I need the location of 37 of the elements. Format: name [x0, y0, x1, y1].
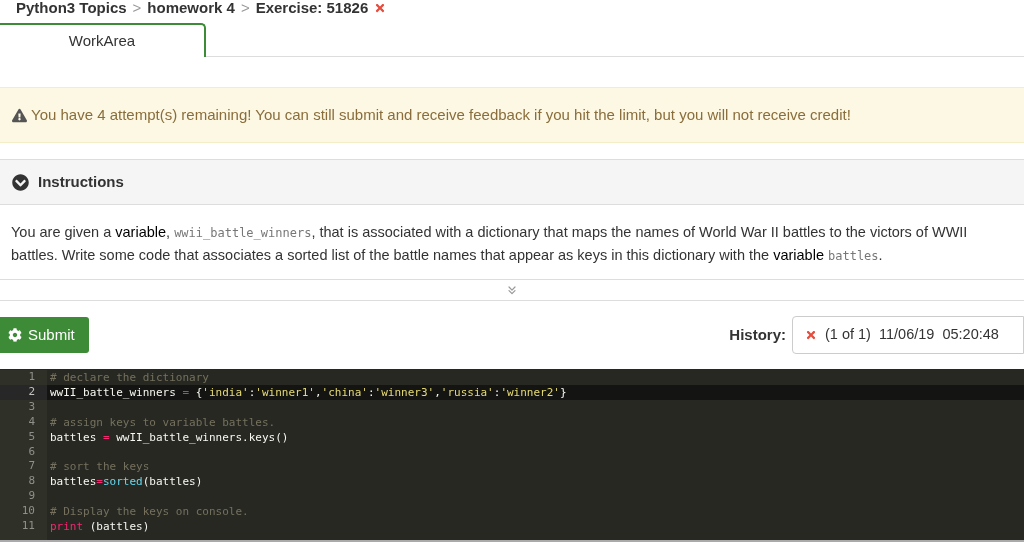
line-number: 6 — [27, 444, 36, 460]
breadcrumb-link[interactable]: Python3 Topics — [16, 0, 127, 20]
breadcrumb-link[interactable]: homework 4 — [147, 0, 235, 20]
code-line: # declare the dictionary — [50, 371, 209, 384]
line-number: 10 — [20, 504, 36, 520]
instructions-text: You are given a variable, wwii_battle_winners, that is associated with a dictionary that maps the names of World War II battles to the victors of WWII battles. Write some code that associates a sorted list of the battle names that appear as keys in this dictionary with the variable battles. — [10, 223, 969, 265]
line-number: 3 — [27, 399, 36, 415]
chevron-down-icon — [12, 173, 29, 191]
line-number: 8 — [27, 474, 36, 490]
code-editor[interactable] — [0, 369, 1024, 542]
warning-icon — [12, 107, 27, 123]
tab[interactable]: WorkArea — [0, 23, 206, 57]
instructions-title: Instructions — [38, 171, 124, 192]
expand-icon[interactable] — [506, 284, 518, 296]
line-number: 1 — [27, 370, 36, 385]
instructions-header[interactable]: Instructions — [0, 159, 1024, 205]
code-line: battles = wwII_battle_winners.keys() — [50, 430, 289, 444]
code-line: # Display the keys on console. — [50, 505, 249, 518]
line-number: 11 — [20, 519, 36, 534]
code-line: battles=sorted(battles) — [50, 475, 203, 489]
exercise-title: Exercise: 51826 — [255, 0, 369, 18]
history-select[interactable]: (1 of 1) 11/06/19 05:20:48 — [792, 316, 1024, 354]
line-number: 7 — [27, 459, 36, 475]
code-line: wwII_battle_winners = {'india':'winner1','china':'winner3','russia':'winner2'} — [50, 385, 567, 399]
line-number: 2 — [0, 384, 47, 400]
code-line: print (battles) — [50, 519, 150, 533]
code-line: # sort the keys — [50, 460, 150, 474]
warning-text: You have 4 attempt(s) remaining! You can still submit and receive feedback if you hit the limit, but you will not receive credit! — [31, 104, 851, 125]
gear-icon — [8, 328, 22, 342]
breadcrumb-separator: > — [240, 0, 250, 18]
line-number: 5 — [27, 429, 36, 445]
code-line: # assign keys to variable battles. — [50, 415, 276, 429]
breadcrumb-separator: > — [132, 0, 142, 18]
line-number: 9 — [27, 489, 36, 505]
submit-button[interactable]: Submit — [0, 317, 89, 353]
history-label: History: — [729, 324, 786, 345]
line-number: 4 — [27, 414, 36, 430]
